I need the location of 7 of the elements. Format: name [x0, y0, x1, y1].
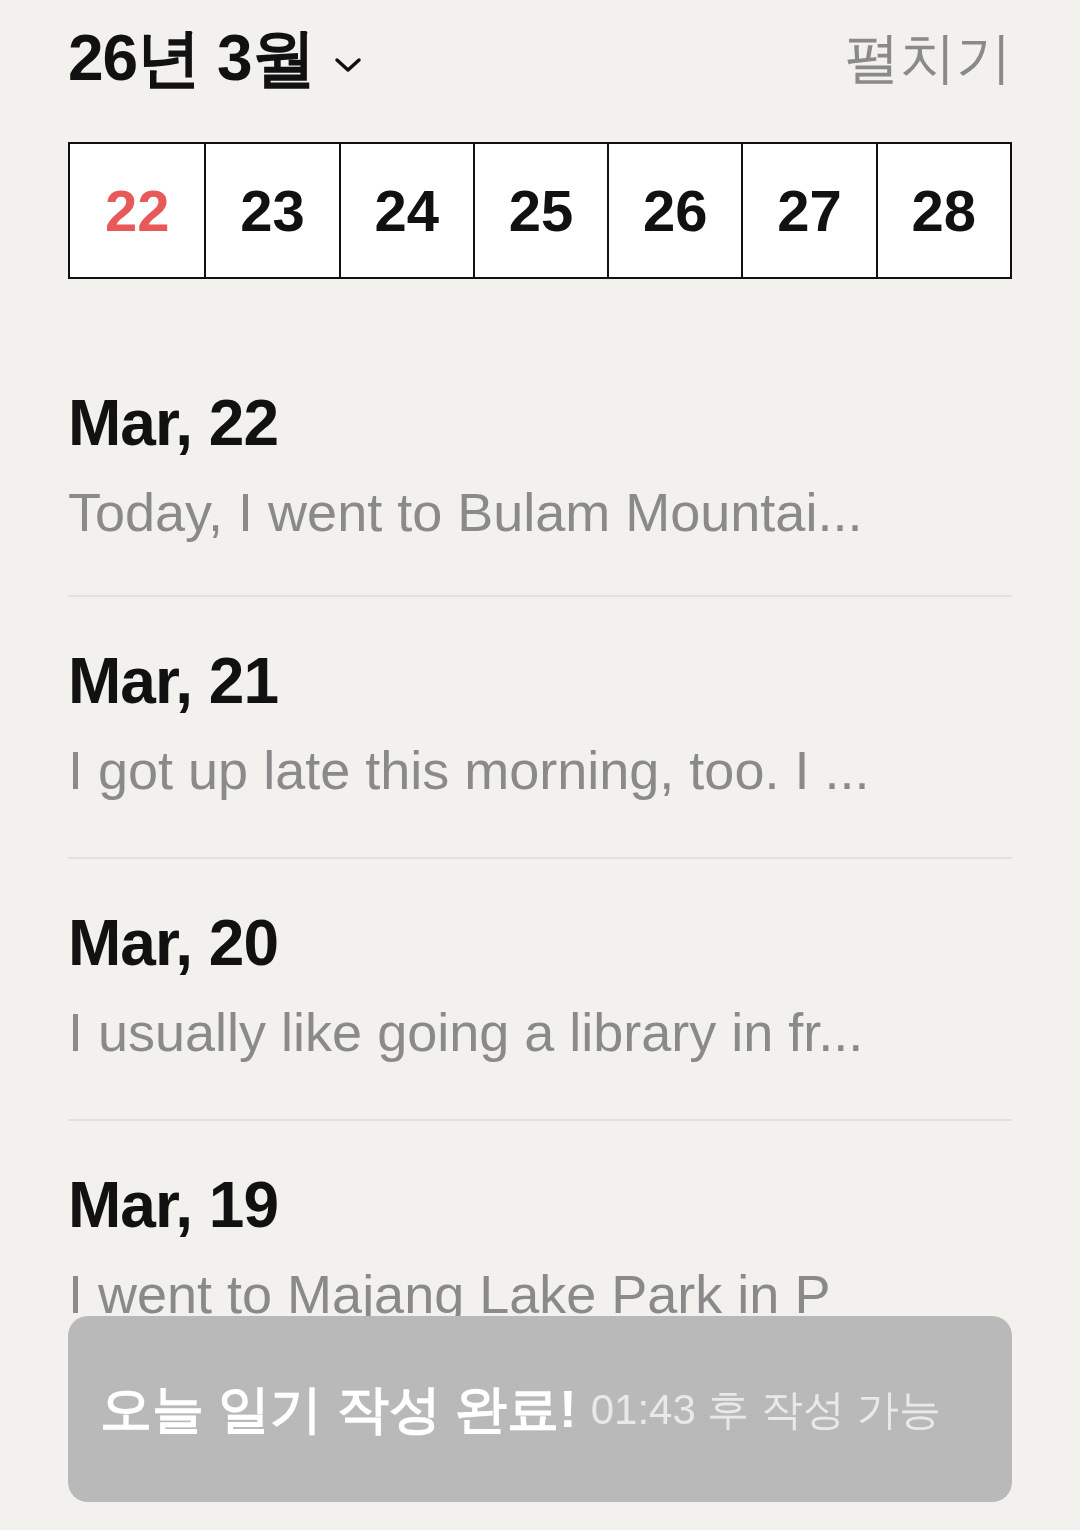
entry-date[interactable]: Mar, 21 [68, 649, 1012, 713]
month-title: 26년 3월 [68, 26, 315, 90]
toast-message: 오늘 일기 작성 완료! [100, 1379, 577, 1440]
entry-date[interactable]: Mar, 20 [68, 911, 1012, 975]
entry-date[interactable]: Mar, 19 [68, 1173, 1012, 1237]
chevron-down-icon[interactable] [332, 55, 363, 75]
entry-date[interactable]: Mar, 22 [68, 391, 1012, 455]
